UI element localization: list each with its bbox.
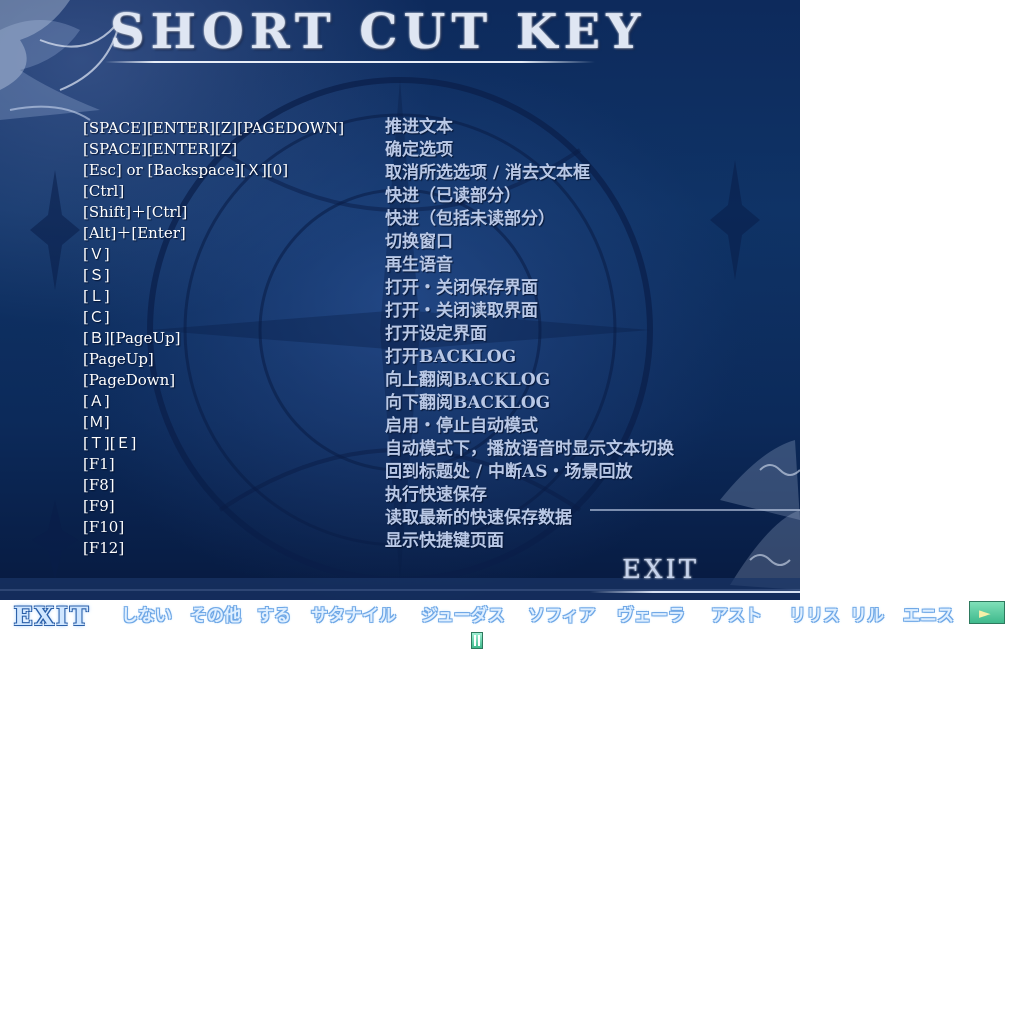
toolbar-item-judas[interactable]: ジューダス <box>421 604 505 628</box>
shortcut-description: 取消所选选项 / 消去文本框 <box>385 163 591 183</box>
shortcut-descriptions-column: 推进文本确定选项取消所选选项 / 消去文本框 快进（已读部分） 快进（包括未读部分）… <box>385 116 675 553</box>
shortcut-key: [Ｂ][PageUp] <box>83 329 181 347</box>
toolbar-item-sonota[interactable]: その他 <box>190 604 241 628</box>
shortcut-key: [Ｃ] <box>83 308 110 326</box>
shortcut-key: [F12] <box>83 539 125 557</box>
shortcut-key: [F8] <box>83 476 115 494</box>
shortcut-description: 快进（包括未读部分） <box>385 209 555 229</box>
toolbar-item-shinai[interactable]: しない <box>121 604 172 628</box>
toolbar-item-ast[interactable]: アスト <box>711 604 762 628</box>
shortcut-description: 切换窗口 <box>385 232 453 252</box>
shortcut-key: [Ｍ] <box>83 413 110 431</box>
page-title: SHORT CUT KEY <box>110 4 647 60</box>
shortcut-description: 向上翻阅BACKLOG <box>385 370 551 390</box>
toolbar-item-vera[interactable]: ヴェーラ <box>617 604 685 628</box>
shortcut-description: 打开・关闭保存界面 <box>385 278 538 298</box>
game-screen: SHORT CUT KEY [SPACE][ENTER][Z][PAGEDOWN… <box>0 0 800 600</box>
title-underline <box>105 61 595 63</box>
shortcut-key: [F9] <box>83 497 115 515</box>
toolbar-item-satanail[interactable]: サタナイル <box>311 604 396 628</box>
pause-button[interactable] <box>471 632 483 649</box>
shortcut-key: [Ｌ] <box>83 287 110 305</box>
shortcut-description: 向下翻阅BACKLOG <box>385 393 551 413</box>
shortcut-key: [Alt]＋[Enter] <box>83 224 186 242</box>
toolbar-item-sophia[interactable]: ソフィア <box>528 604 596 628</box>
shortcut-key: [Ctrl] <box>83 182 125 200</box>
shortcut-key: [PageUp] <box>83 350 154 368</box>
shortcut-description: 打开BACKLOG <box>385 347 517 367</box>
exit-divider <box>590 591 800 593</box>
shortcut-description: 显示快捷键页面 <box>385 531 504 551</box>
shortcut-key: [PageDown] <box>83 371 176 389</box>
shortcut-description: 确定选项 <box>385 140 453 160</box>
shortcut-description: 执行快速保存 <box>385 485 487 505</box>
shortcut-description: 再生语音 <box>385 255 453 275</box>
shortcut-key: [SPACE][ENTER][Z][PAGEDOWN] <box>83 119 345 137</box>
shortcut-description: 回到标题处 / 中断AS・场景回放 <box>385 462 633 482</box>
next-button[interactable]: ► <box>969 601 1005 624</box>
shortcut-description: 推进文本 <box>385 117 453 137</box>
shortcut-key: [Shift]＋[Ctrl] <box>83 203 188 221</box>
bottom-toolbar: EXIT しない その他 する サタナイル ジューダス ソフィア ヴェーラ アス… <box>0 600 1010 632</box>
shortcut-key: [F10] <box>83 518 125 536</box>
shortcut-description: 启用・停止自动模式 <box>385 416 538 436</box>
shortcut-description: 打开・关闭读取界面 <box>385 301 538 321</box>
shortcut-key: [Ａ] <box>83 392 110 410</box>
shortcut-description: 快进（已读部分） <box>385 186 521 206</box>
play-arrow-icon: ► <box>979 604 991 622</box>
shortcut-key: [Ｓ] <box>83 266 110 284</box>
toolbar-exit-button[interactable]: EXIT <box>4 603 100 631</box>
shortcut-key: [SPACE][ENTER][Z] <box>83 140 238 158</box>
shortcut-key: [Ｔ][Ｅ] <box>83 434 137 452</box>
shortcut-key: [Esc] or [Backspace][Ｘ][0] <box>83 161 289 179</box>
toolbar-item-lil[interactable]: リル <box>850 604 884 628</box>
shortcut-keys-column: [SPACE][ENTER][Z][PAGEDOWN] [SPACE][ENTER… <box>83 118 373 559</box>
toolbar-item-lilith[interactable]: リリス <box>789 604 840 628</box>
toolbar-item-enis[interactable]: エニス <box>903 604 954 628</box>
shortcut-key: [F1] <box>83 455 115 473</box>
toolbar-item-suru[interactable]: する <box>257 604 291 628</box>
shortcut-key: [Ｖ] <box>83 245 110 263</box>
shortcut-description: 打开设定界面 <box>385 324 487 344</box>
exit-button[interactable]: EXIT <box>622 556 718 584</box>
shortcut-description: 自动模式下，播放语音时显示文本切换 <box>385 439 674 459</box>
shortcut-description: 读取最新的快速保存数据 <box>385 508 572 528</box>
